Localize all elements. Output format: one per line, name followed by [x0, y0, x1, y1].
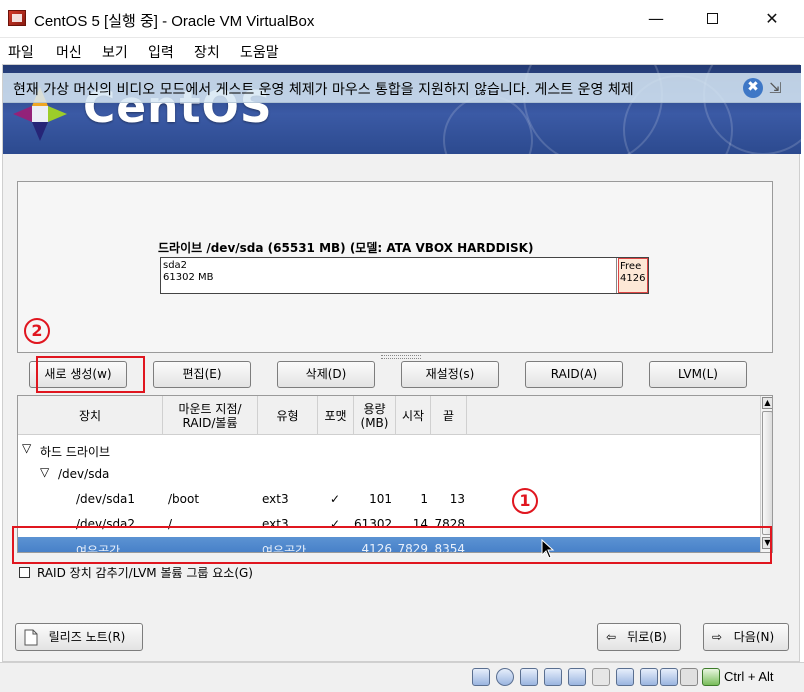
delete-button[interactable]: 삭제(D)	[277, 361, 375, 388]
disk-bar: sda2 61302 MB Free 4126	[160, 257, 649, 294]
notice-close-icon[interactable]: ✖	[743, 78, 763, 98]
next-button[interactable]: ⇨ 다음(N)	[703, 623, 789, 651]
annotation-marker-1: 1	[512, 488, 538, 514]
cell-end: 13	[449, 492, 465, 506]
back-button[interactable]: ⇦ 뒤로(B)	[597, 623, 681, 651]
maximize-icon	[706, 13, 718, 24]
video-capture-icon[interactable]	[640, 668, 658, 686]
expander-down-icon[interactable]: ▽	[40, 465, 49, 479]
cell-start: 1	[420, 492, 428, 506]
menu-input[interactable]: 입력	[148, 42, 174, 62]
release-notes-label: 릴리즈 노트(R)	[48, 630, 126, 644]
annotation-marker-2: 2	[24, 318, 50, 344]
mouse-integration-icon[interactable]	[680, 668, 698, 686]
segment-name: sda2	[163, 260, 188, 271]
menu-view[interactable]: 보기	[102, 42, 128, 62]
scroll-up-icon[interactable]: ▲	[762, 397, 772, 409]
annotation-box-new-button	[36, 356, 145, 393]
next-label: 다음(N)	[733, 630, 775, 644]
tree-group-sda[interactable]: ▽ /dev/sda	[18, 462, 772, 486]
annotation-box-free-space-row	[12, 526, 772, 564]
release-notes-button[interactable]: 릴리즈 노트(R)	[15, 623, 143, 651]
network-icon[interactable]	[544, 668, 562, 686]
menu-file[interactable]: 파일	[8, 42, 34, 62]
cell-mount: /boot	[168, 492, 200, 506]
menu-machine[interactable]: 머신	[56, 42, 82, 62]
display-icon[interactable]	[616, 668, 634, 686]
cell-type: ext3	[262, 492, 289, 506]
host-key-arrow-icon[interactable]	[702, 668, 720, 686]
centos-banner: CentOS 현재 가상 머신의 비디오 모드에서 게스트 운영 체제가 마우스…	[3, 65, 801, 154]
arrow-left-icon: ⇦	[606, 630, 617, 644]
table-row[interactable]: /dev/sda1 /boot ext3 ✓ 101 1 13	[18, 487, 772, 511]
host-key-label: Ctrl + Alt	[724, 669, 774, 684]
col-device[interactable]: 장치	[18, 396, 163, 435]
usb-icon[interactable]	[568, 668, 586, 686]
menu-devices[interactable]: 장치	[194, 42, 220, 62]
segment-size: 4126	[620, 273, 646, 284]
vm-statusbar: Ctrl + Alt	[0, 662, 804, 692]
reset-button[interactable]: 재설정(s)	[401, 361, 499, 388]
menu-help[interactable]: 도움말	[240, 42, 279, 62]
scroll-thumb[interactable]	[762, 411, 772, 535]
hide-raid-label[interactable]: RAID 장치 감추기/LVM 볼륨 그룹 요소(G)	[37, 564, 253, 581]
format-check-icon: ✓	[330, 492, 341, 506]
group-label: /dev/sda	[58, 467, 110, 481]
minimize-button[interactable]: —	[634, 5, 678, 33]
audio-icon[interactable]	[520, 668, 538, 686]
optical-drive-icon[interactable]	[496, 668, 514, 686]
disk-graph-panel: 드라이브 /dev/sda (65531 MB) (모델: ATA VBOX H…	[17, 181, 773, 353]
notice-expand-icon[interactable]: ⇲	[769, 79, 782, 97]
cell-size: 101	[369, 492, 392, 506]
mouse-integration-notice: 현재 가상 머신의 비디오 모드에서 게스트 운영 체제가 마우스 통합을 지원…	[3, 73, 801, 103]
hide-raid-checkbox[interactable]	[19, 567, 30, 578]
document-icon	[24, 629, 38, 646]
close-window-button[interactable]: ✕	[750, 5, 794, 33]
drive-label: 드라이브 /dev/sda (65531 MB) (모델: ATA VBOX H…	[158, 241, 534, 255]
group-label: 하드 드라이브	[40, 445, 111, 459]
col-size[interactable]: 용량 (MB)	[354, 396, 396, 435]
arrow-right-icon: ⇨	[712, 630, 723, 644]
tree-group-hard-drives[interactable]: ▽ 하드 드라이브	[18, 438, 772, 462]
back-label: 뒤로(B)	[627, 630, 667, 644]
col-type[interactable]: 유형	[258, 396, 318, 435]
raid-button[interactable]: RAID(A)	[525, 361, 623, 388]
segment-name: Free	[620, 261, 642, 272]
virtualization-icon[interactable]	[660, 668, 678, 686]
col-end[interactable]: 끝	[431, 396, 467, 435]
window-titlebar: CentOS 5 [실행 중] - Oracle VM VirtualBox —…	[0, 0, 804, 38]
notice-text: 현재 가상 머신의 비디오 모드에서 게스트 운영 체제가 마우스 통합을 지원…	[13, 82, 634, 98]
partition-segment-sda2[interactable]: sda2 61302 MB	[161, 258, 617, 293]
partition-segment-free[interactable]: Free 4126	[618, 258, 648, 293]
cell-device: /dev/sda1	[76, 492, 136, 506]
window-title: CentOS 5 [실행 중] - Oracle VM VirtualBox	[34, 13, 315, 30]
col-start[interactable]: 시작	[396, 396, 431, 435]
expander-down-icon[interactable]: ▽	[22, 441, 31, 455]
hard-disk-icon[interactable]	[472, 668, 490, 686]
col-mount[interactable]: 마운트 지점/ RAID/볼륨	[163, 396, 258, 435]
shared-folders-icon[interactable]	[592, 668, 610, 686]
menubar: 파일 머신 보기 입력 장치 도움말	[0, 38, 804, 64]
virtualbox-app-icon	[8, 10, 26, 26]
segment-size: 61302 MB	[163, 272, 214, 283]
pane-splitter-handle[interactable]	[381, 355, 421, 359]
maximize-button[interactable]	[690, 5, 734, 33]
lvm-button[interactable]: LVM(L)	[649, 361, 747, 388]
edit-button[interactable]: 편집(E)	[153, 361, 251, 388]
col-format[interactable]: 포맷	[318, 396, 354, 435]
table-header: 장치 마운트 지점/ RAID/볼륨 유형 포맷 용량 (MB) 시작 끝	[18, 396, 772, 435]
